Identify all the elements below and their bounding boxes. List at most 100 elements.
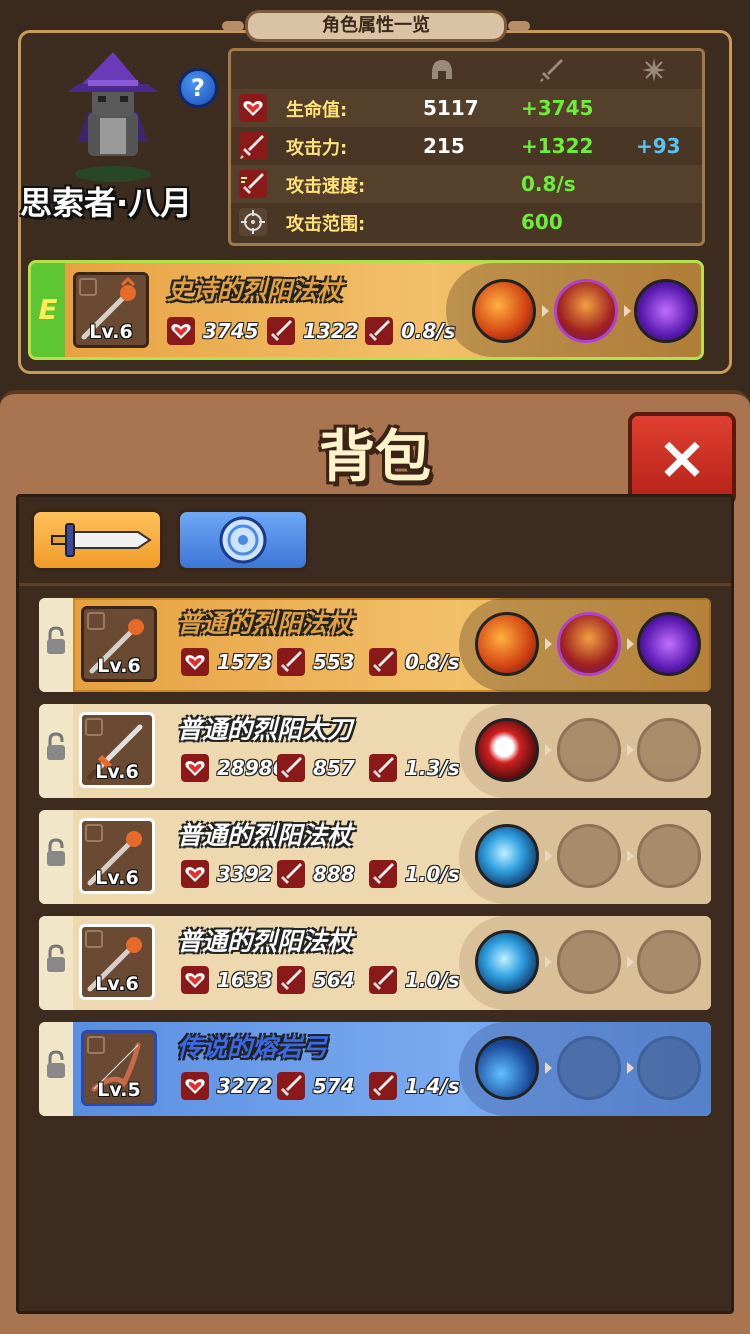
- arrow-icon: [545, 1062, 552, 1074]
- heart-icon: [181, 754, 209, 782]
- skill-chain: [446, 263, 701, 357]
- item-level: Lv.6: [95, 867, 139, 889]
- item-name: 普通的烈阳法杖: [177, 609, 353, 638]
- shadow-skill-icon[interactable]: [634, 279, 698, 343]
- item-level: Lv.6: [97, 655, 141, 677]
- heart-icon: [181, 860, 209, 888]
- item-hp-value: 3272: [217, 1074, 273, 1098]
- list-item[interactable]: Lv.6 普通的烈阳太刀 28986 857 1.3/s: [39, 704, 711, 798]
- empty-skill-slot-icon[interactable]: [557, 930, 621, 994]
- tab-weapons[interactable]: [31, 509, 163, 571]
- attack-icon: [277, 1072, 305, 1100]
- empty-skill-slot-icon[interactable]: [637, 718, 701, 782]
- stat-label: 生命值:: [286, 100, 348, 121]
- fire-pillar-skill-icon[interactable]: [554, 279, 618, 343]
- empty-skill-slot-icon[interactable]: [557, 718, 621, 782]
- attack-icon: [277, 966, 305, 994]
- empty-skill-slot-icon[interactable]: [637, 1036, 701, 1100]
- lock-icon[interactable]: [45, 732, 67, 762]
- item-thumbnail[interactable]: Lv.5: [81, 1030, 157, 1106]
- arrow-shot-skill-icon[interactable]: [475, 1036, 539, 1100]
- attack-icon: [277, 860, 305, 888]
- arrow-icon: [627, 638, 634, 650]
- item-atk-value: 564: [313, 968, 355, 992]
- bag-panel: 背包 × Lv.6 普通的烈阳法杖 1573 553 0.8/s Lv.6 普通…: [0, 390, 750, 1334]
- stat-weapon-bonus: 600: [521, 210, 563, 234]
- lock-icon[interactable]: [45, 1050, 67, 1080]
- arrow-icon: [542, 305, 549, 317]
- lock-icon[interactable]: [45, 944, 67, 974]
- crescent-slash-skill-icon[interactable]: [475, 718, 539, 782]
- item-thumbnail[interactable]: Lv.6: [79, 712, 155, 788]
- attack-speed-icon: [369, 648, 397, 676]
- item-thumbnail[interactable]: Lv.6: [73, 272, 149, 348]
- arrow-icon: [627, 744, 634, 756]
- item-speed-value: 1.4/s: [405, 1074, 460, 1098]
- item-thumbnail[interactable]: Lv.6: [79, 924, 155, 1000]
- arrow-icon: [545, 850, 552, 862]
- equipped-badge: E: [31, 263, 65, 357]
- list-item[interactable]: Lv.6 普通的烈阳法杖 1573 553 0.8/s: [39, 598, 711, 692]
- item-name: 普通的烈阳法杖: [177, 821, 353, 850]
- skill-chain: [459, 1022, 711, 1116]
- fire-pillar-skill-icon[interactable]: [557, 612, 621, 676]
- sword-column-icon: [540, 59, 563, 82]
- stat-base: 5117: [423, 96, 479, 120]
- stat-row-speed: 攻击速度: 0.8/s: [231, 165, 702, 203]
- heart-icon: [181, 1072, 209, 1100]
- character-name: 思索者·八月: [20, 184, 193, 222]
- lock-icon[interactable]: [45, 838, 67, 868]
- list-item[interactable]: Lv.5 传说的熔岩弓 3272 574 1.4/s: [39, 1022, 711, 1116]
- skill-chain: [459, 916, 711, 1010]
- item-name: 史诗的烈阳法杖: [167, 276, 343, 305]
- item-speed-value: 0.8/s: [405, 650, 460, 674]
- attack-icon: [239, 132, 267, 160]
- ice-orb-skill-icon[interactable]: [475, 824, 539, 888]
- empty-skill-slot-icon[interactable]: [637, 824, 701, 888]
- divider: [19, 583, 731, 586]
- lock-icon[interactable]: [45, 626, 67, 656]
- empty-skill-slot-icon[interactable]: [557, 824, 621, 888]
- fireball-skill-icon[interactable]: [472, 279, 536, 343]
- ice-orb-skill-icon[interactable]: [475, 930, 539, 994]
- item-atk-value: 888: [313, 862, 355, 886]
- fireball-skill-icon[interactable]: [475, 612, 539, 676]
- attack-icon: [277, 648, 305, 676]
- empty-skill-slot-icon[interactable]: [557, 1036, 621, 1100]
- item-level: Lv.5: [97, 1079, 141, 1101]
- crosshair-icon: [239, 208, 267, 236]
- item-atk-value: 553: [313, 650, 355, 674]
- item-hp-value: 3392: [217, 862, 273, 886]
- help-button[interactable]: ?: [178, 68, 218, 108]
- skill-chain: [459, 704, 711, 798]
- sword-tab-icon: [51, 523, 152, 557]
- arrow-icon: [627, 850, 634, 862]
- shadow-skill-icon[interactable]: [637, 612, 701, 676]
- stat-row-hp: 生命值: 5117 +3745: [231, 89, 702, 127]
- item-atk-value: 574: [313, 1074, 355, 1098]
- close-button[interactable]: ×: [628, 412, 736, 506]
- equipped-weapon-card[interactable]: E Lv.6 史诗的烈阳法杖 3745 1322 0.8/s: [28, 260, 704, 360]
- list-item[interactable]: Lv.6 普通的烈阳法杖 3392 888 1.0/s: [39, 810, 711, 904]
- attack-speed-icon: [369, 1072, 397, 1100]
- heart-icon: [181, 966, 209, 994]
- heart-icon: [239, 94, 267, 122]
- item-name: 传说的熔岩弓: [177, 1033, 328, 1062]
- panel-title: 角色属性一览: [222, 10, 530, 42]
- heart-icon: [181, 648, 209, 676]
- stat-weapon-bonus: 0.8/s: [521, 172, 576, 196]
- attack-speed-icon: [369, 860, 397, 888]
- item-hp-value: 1633: [217, 968, 273, 992]
- bag-content: Lv.6 普通的烈阳法杖 1573 553 0.8/s Lv.6 普通的烈阳太刀…: [16, 494, 734, 1314]
- item-level: Lv.6: [89, 321, 133, 343]
- stat-skill-bonus: +93: [636, 134, 681, 158]
- stats-header: [231, 51, 702, 89]
- list-item[interactable]: Lv.6 普通的烈阳法杖 1633 564 1.0/s: [39, 916, 711, 1010]
- item-thumbnail[interactable]: Lv.6: [81, 606, 157, 682]
- tab-skills[interactable]: [177, 509, 309, 571]
- heart-icon: [167, 317, 195, 345]
- empty-skill-slot-icon[interactable]: [637, 930, 701, 994]
- item-thumbnail[interactable]: Lv.6: [79, 818, 155, 894]
- item-name: 普通的烈阳法杖: [177, 927, 353, 956]
- attack-icon: [267, 317, 295, 345]
